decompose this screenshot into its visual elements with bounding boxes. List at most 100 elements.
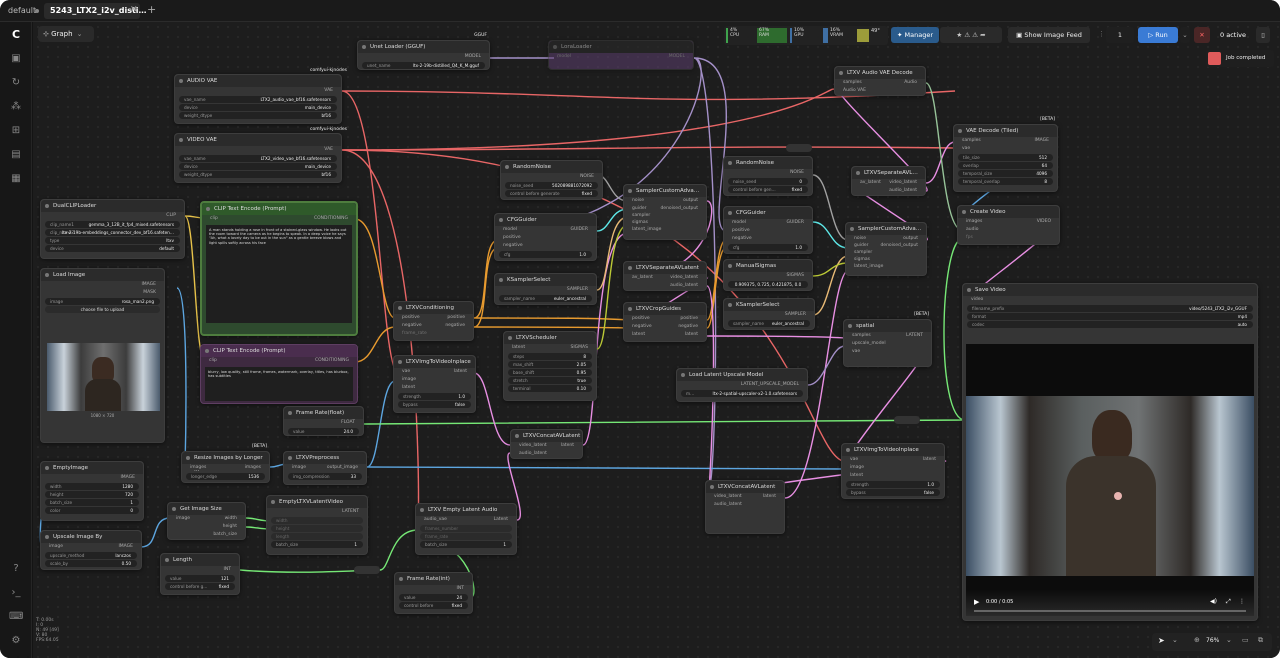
overlap-widget[interactable]: overlap 64 bbox=[958, 162, 1053, 169]
node-random-noise-2[interactable]: RandomNoise NOISE noise_seed 0 control be… bbox=[723, 156, 813, 196]
scale-by-widget[interactable]: scale_by 0.50 bbox=[45, 560, 137, 567]
zoom-icon[interactable]: ⊕ bbox=[1194, 636, 1200, 644]
temporal-overlap-widget[interactable]: temporal_overlap 8 bbox=[958, 178, 1053, 185]
node-title[interactable]: Save Video bbox=[963, 284, 1257, 296]
fullscreen-icon[interactable]: ⤢ bbox=[1226, 598, 1231, 606]
tile-size-widget[interactable]: tile_size 512 bbox=[958, 154, 1053, 161]
node-title[interactable]: LTXV Empty Latent Audio bbox=[416, 504, 516, 516]
settings-gear-icon[interactable]: ⚙ bbox=[9, 634, 23, 648]
node-concat-av-latent-1[interactable]: LTXVConcatAVLatent video_latent latent au… bbox=[510, 429, 583, 459]
node-title[interactable]: LTXVPreprocess bbox=[284, 452, 366, 464]
node-title[interactable]: Length bbox=[161, 554, 239, 566]
node-audio-vae[interactable]: AUDIO VAE VAE vae_name LTX2_audio_vae_bf1… bbox=[174, 74, 342, 124]
workflows-icon[interactable]: ▤ bbox=[9, 148, 23, 162]
node-title[interactable]: LTXVScheduler bbox=[504, 332, 596, 344]
node-lora-loader-bypassed[interactable]: LoraLoader model MODEL bbox=[548, 40, 694, 70]
frame-rate-input[interactable]: frame_rate bbox=[420, 533, 512, 540]
node-ltxv-conditioning[interactable]: LTXVConditioning positive positive negati… bbox=[393, 301, 474, 341]
node-frame-rate-int[interactable]: Frame Rate(int) INT value 24 control befo… bbox=[394, 572, 473, 614]
show-image-feed-button[interactable]: ▣ Show Image Feed bbox=[1008, 27, 1090, 43]
node-title[interactable]: CFGGuider bbox=[495, 214, 596, 226]
node-resize-images[interactable]: [BETA] Resize Images by Longer … images i… bbox=[181, 444, 270, 483]
node-clip-text-negative[interactable]: CLIP Text Encode (Prompt) clip CONDITIONI… bbox=[200, 344, 358, 404]
node-title[interactable]: Create Video bbox=[958, 206, 1059, 218]
node-manual-sigmas[interactable]: ManualSigmas SIGMAS 0.909375, 0.725, 0.4… bbox=[723, 259, 813, 291]
help-icon[interactable]: ? bbox=[9, 562, 23, 576]
chevron-down-icon[interactable]: ⌄ bbox=[1172, 636, 1178, 644]
height-widget[interactable]: height 720 bbox=[45, 491, 139, 498]
batch-size-widget[interactable]: batch_size 1 bbox=[420, 541, 512, 548]
node-title[interactable]: Frame Rate(int) bbox=[395, 573, 472, 585]
node-cfg-guider-2[interactable]: CFGGuider model GUIDER positive negative … bbox=[723, 206, 813, 254]
dtype-widget[interactable]: weight_dtype bf16 bbox=[179, 112, 337, 119]
node-title[interactable]: RandomNoise bbox=[501, 161, 602, 173]
comfy-logo-icon[interactable]: C bbox=[9, 28, 23, 42]
width-input[interactable]: width bbox=[271, 517, 363, 524]
node-empty-ltxv-latent-video[interactable]: EmptyLTXVLatentVideo LATENT width height… bbox=[266, 495, 368, 555]
select-tool-icon[interactable]: ➤ bbox=[1158, 636, 1165, 645]
node-title[interactable]: CLIP Text Encode (Prompt) bbox=[201, 345, 357, 357]
node-empty-latent-audio[interactable]: LTXV Empty Latent Audio audio_vae Latent … bbox=[415, 503, 517, 555]
type-widget[interactable]: type ltxv bbox=[45, 237, 180, 244]
sigmas-textbox[interactable]: 0.909375, 0.725, 0.421875, 0.0 bbox=[728, 281, 808, 288]
keyboard-icon[interactable]: ⌨ bbox=[9, 610, 23, 624]
node-load-latent-upscale-model[interactable]: Load Latent Upscale Model LATENT_UPSCALE… bbox=[676, 368, 808, 402]
link-visibility-icon[interactable]: ⧉ bbox=[1258, 636, 1263, 645]
node-title[interactable]: LTXVImgToVideoInplace bbox=[842, 444, 944, 456]
device-widget[interactable]: device default bbox=[45, 245, 180, 252]
interrupt-button[interactable]: ✕ bbox=[1194, 27, 1210, 43]
steps-widget[interactable]: steps 8 bbox=[508, 353, 592, 360]
batch-size-widget[interactable]: batch_size 1 bbox=[271, 541, 363, 548]
negative-prompt-textarea[interactable]: blurry, low quality, still frame, frames… bbox=[205, 367, 353, 401]
control-widget[interactable]: control before g… fixed bbox=[165, 583, 235, 590]
node-video-vae[interactable]: VIDEO VAE VAE vae_name LTX2_video_vae_bf1… bbox=[174, 133, 342, 183]
node-title[interactable]: CLIP Text Encode (Prompt) bbox=[202, 203, 356, 215]
node-title[interactable]: KSamplerSelect bbox=[495, 274, 596, 286]
control-widget[interactable]: control before gen… fixed bbox=[728, 186, 808, 193]
device-widget[interactable]: device main_device bbox=[179, 104, 337, 111]
clip1-widget[interactable]: clip_name1 gemma_3_12B_it_fp4_mixed.safet… bbox=[45, 221, 180, 228]
output-model[interactable]: MODEL bbox=[465, 53, 481, 61]
filename-prefix-widget[interactable]: filename_prefix video/5243_LTX2_i2v_GGUF bbox=[967, 305, 1253, 312]
chevron-down-icon[interactable]: ⌄ bbox=[1226, 636, 1232, 644]
temporal-size-widget[interactable]: temporal_size 4096 bbox=[958, 170, 1053, 177]
node-title[interactable]: CFGGuider bbox=[724, 207, 812, 219]
node-upscale-image-by[interactable]: Upscale Image By image IMAGE upscale_meth… bbox=[40, 530, 142, 570]
node-title[interactable]: AUDIO VAE bbox=[175, 75, 341, 87]
device-widget[interactable]: device main_device bbox=[179, 163, 337, 170]
node-audio-vae-decode[interactable]: LTXV Audio VAE Decode samples Audio Audio… bbox=[834, 66, 926, 96]
batch-size-widget[interactable]: batch_size 1 bbox=[45, 499, 139, 506]
node-separate-av-latent-1[interactable]: LTXVSeparateAVLatent av_latent video_late… bbox=[623, 261, 707, 291]
node-ltxv-scheduler[interactable]: LTXVScheduler latent SIGMAS steps 8 max_sh… bbox=[503, 331, 597, 401]
terminal-icon[interactable]: ›_ bbox=[9, 586, 23, 600]
longer-edge-widget[interactable]: longer_edge 1536 bbox=[186, 473, 265, 480]
strength-widget[interactable]: strength 1.0 bbox=[846, 481, 940, 488]
reroute-node[interactable] bbox=[894, 416, 920, 424]
node-vae-decode-tiled[interactable]: [BETA] VAE Decode (Tiled) samples IMAGE v… bbox=[953, 117, 1058, 192]
dtype-widget[interactable]: weight_dtype bf16 bbox=[179, 171, 337, 178]
strength-widget[interactable]: strength 1.0 bbox=[398, 393, 471, 400]
node-title[interactable]: VAE Decode (Tiled) bbox=[954, 125, 1057, 137]
node-create-video[interactable]: Create Video images VIDEO audio fps bbox=[957, 205, 1060, 245]
base-shift-widget[interactable]: base_shift 0.95 bbox=[508, 369, 592, 376]
node-title[interactable]: Frame Rate(float) bbox=[284, 407, 363, 419]
node-clip-text-positive[interactable]: CLIP Text Encode (Prompt) clip CONDITIONI… bbox=[200, 201, 358, 336]
templates-icon[interactable]: ▦ bbox=[9, 172, 23, 186]
more-options-icon[interactable]: ⋮ bbox=[1239, 598, 1245, 605]
images-icon[interactable]: ▣ bbox=[9, 52, 23, 66]
node-title[interactable]: Resize Images by Longer … bbox=[182, 452, 269, 473]
image-widget[interactable]: image rosa_man2.png bbox=[45, 298, 160, 305]
node-frame-rate-float[interactable]: Frame Rate(float) FLOAT value 24.0 bbox=[283, 406, 364, 436]
node-ltxv-crop-guides[interactable]: LTXVCropGuides positive positive negative… bbox=[623, 302, 707, 342]
run-options-chevron-icon[interactable]: ⌄ bbox=[1180, 27, 1190, 43]
length-input[interactable]: length bbox=[271, 533, 363, 540]
width-widget[interactable]: width 1280 bbox=[45, 483, 139, 490]
node-title[interactable]: KSamplerSelect bbox=[724, 299, 814, 311]
volume-icon[interactable]: ◀) bbox=[1210, 598, 1217, 605]
node-title[interactable]: ManualSigmas bbox=[724, 260, 812, 272]
node-cfg-guider-1[interactable]: CFGGuider model GUIDER positive negative … bbox=[494, 213, 597, 261]
run-button[interactable]: ▷ Run bbox=[1138, 27, 1178, 43]
node-title[interactable]: spatial bbox=[844, 320, 931, 332]
node-ksampler-select-2[interactable]: KSamplerSelect SAMPLER sampler_name euler… bbox=[723, 298, 815, 330]
model-library-icon[interactable]: ⊞ bbox=[9, 124, 23, 138]
